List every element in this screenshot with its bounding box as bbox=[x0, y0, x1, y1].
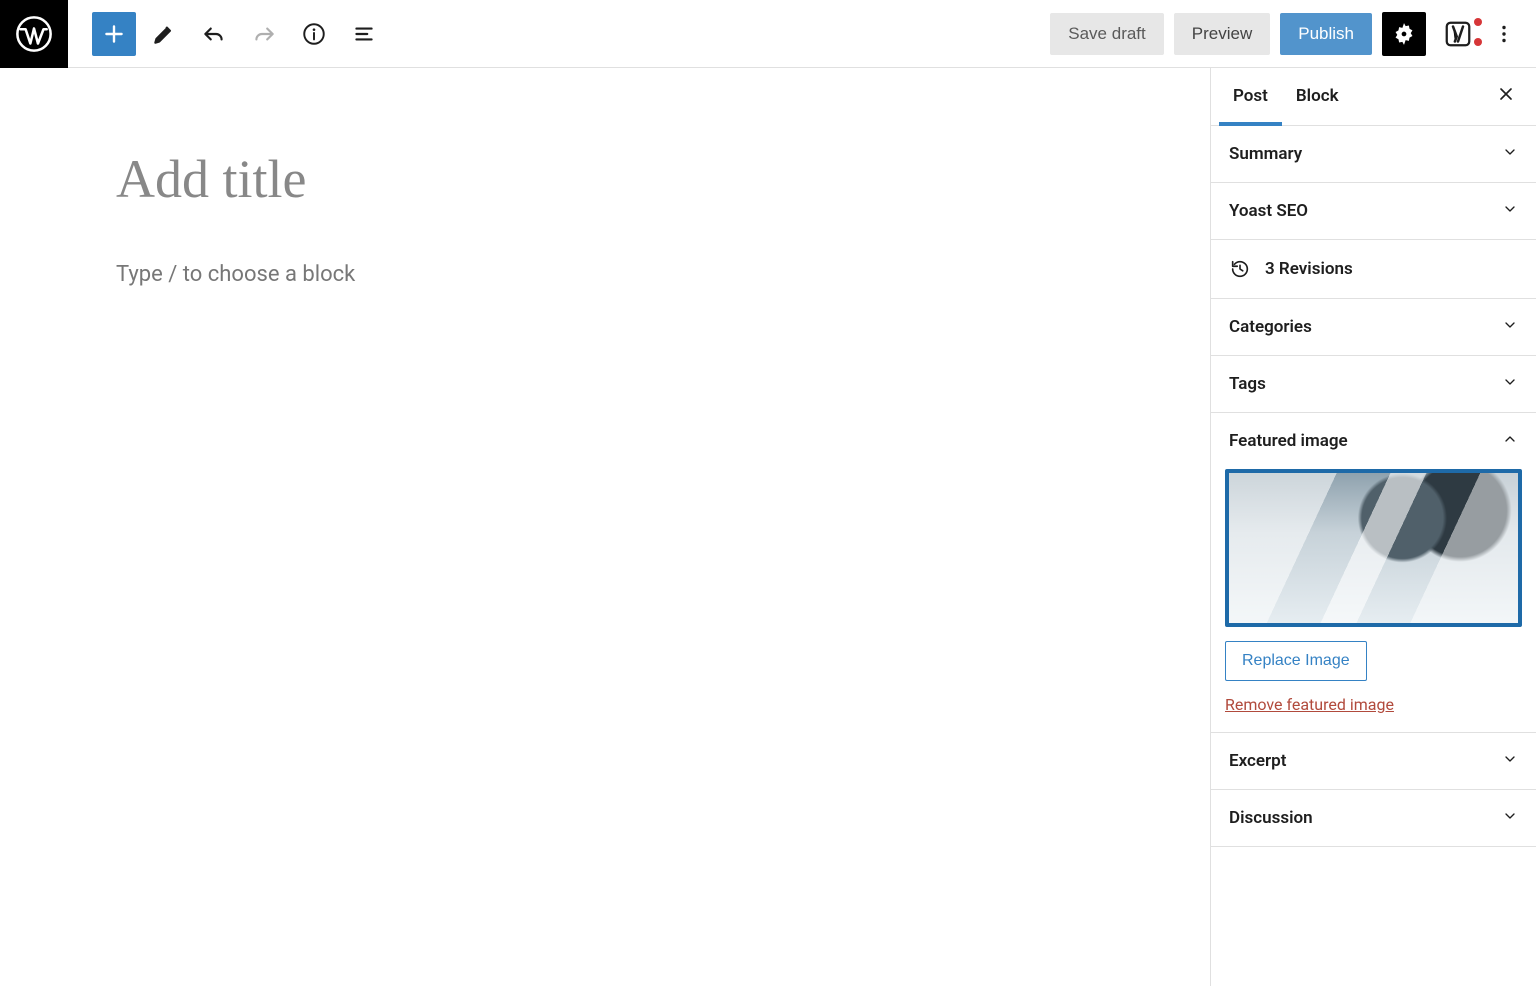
info-icon bbox=[301, 21, 327, 47]
panel-label: Discussion bbox=[1229, 808, 1313, 828]
post-title-input[interactable] bbox=[116, 148, 991, 210]
panel-excerpt-header[interactable]: Excerpt bbox=[1211, 733, 1536, 789]
chevron-down-icon bbox=[1502, 144, 1518, 164]
more-icon bbox=[1492, 22, 1516, 46]
chevron-down-icon bbox=[1502, 201, 1518, 221]
toolbar-right: Save draft Preview Publish bbox=[1050, 12, 1536, 56]
yoast-button[interactable] bbox=[1436, 12, 1480, 56]
details-button[interactable] bbox=[292, 12, 336, 56]
replace-image-button[interactable]: Replace Image bbox=[1225, 641, 1367, 681]
panel-excerpt: Excerpt bbox=[1211, 733, 1536, 790]
chevron-down-icon bbox=[1502, 808, 1518, 828]
chevron-down-icon bbox=[1502, 751, 1518, 771]
panel-summary-header[interactable]: Summary bbox=[1211, 126, 1536, 182]
panel-label: Summary bbox=[1229, 144, 1302, 164]
more-options-button[interactable] bbox=[1490, 12, 1518, 56]
editor-canvas: Type / to choose a block bbox=[0, 68, 1210, 986]
panel-label: Categories bbox=[1229, 317, 1312, 337]
content-area: Type / to choose a block Post Block Summ… bbox=[0, 68, 1536, 986]
tab-post[interactable]: Post bbox=[1219, 68, 1282, 126]
chevron-down-icon bbox=[1502, 317, 1518, 337]
panel-label: Tags bbox=[1229, 374, 1266, 394]
close-icon bbox=[1496, 84, 1516, 104]
yoast-indicator-dot bbox=[1474, 18, 1482, 26]
settings-sidebar: Post Block Summary Yoast SEO 3 Revisions bbox=[1210, 68, 1536, 986]
sidebar-tabs: Post Block bbox=[1211, 68, 1536, 126]
panel-label: Yoast SEO bbox=[1229, 201, 1308, 221]
undo-button[interactable] bbox=[192, 12, 236, 56]
panel-summary: Summary bbox=[1211, 126, 1536, 183]
wordpress-icon bbox=[15, 15, 53, 53]
list-view-button[interactable] bbox=[342, 12, 386, 56]
panel-featured-image: Featured image Replace Image Remove feat… bbox=[1211, 413, 1536, 733]
history-icon bbox=[1229, 258, 1251, 280]
panel-categories: Categories bbox=[1211, 299, 1536, 356]
panel-tags: Tags bbox=[1211, 356, 1536, 413]
featured-image-thumbnail[interactable] bbox=[1225, 469, 1522, 627]
remove-featured-image-link[interactable]: Remove featured image bbox=[1225, 695, 1522, 714]
panel-label: Featured image bbox=[1229, 431, 1348, 451]
block-placeholder[interactable]: Type / to choose a block bbox=[116, 262, 1210, 287]
close-sidebar-button[interactable] bbox=[1484, 76, 1528, 118]
panel-label: Excerpt bbox=[1229, 751, 1286, 771]
gear-icon bbox=[1391, 21, 1417, 47]
panel-yoast: Yoast SEO bbox=[1211, 183, 1536, 240]
chevron-up-icon bbox=[1502, 431, 1518, 451]
panel-discussion: Discussion bbox=[1211, 790, 1536, 847]
revisions-label: 3 Revisions bbox=[1265, 259, 1353, 279]
pencil-icon bbox=[151, 21, 177, 47]
settings-button[interactable] bbox=[1382, 12, 1426, 56]
wordpress-logo[interactable] bbox=[0, 0, 68, 68]
toolbar-left bbox=[68, 12, 386, 56]
top-toolbar: Save draft Preview Publish bbox=[0, 0, 1536, 68]
panel-yoast-header[interactable]: Yoast SEO bbox=[1211, 183, 1536, 239]
redo-icon bbox=[251, 21, 277, 47]
preview-button[interactable]: Preview bbox=[1174, 13, 1270, 55]
featured-image-body: Replace Image Remove featured image bbox=[1211, 469, 1536, 732]
panel-categories-header[interactable]: Categories bbox=[1211, 299, 1536, 355]
plus-icon bbox=[101, 21, 127, 47]
panel-featured-header[interactable]: Featured image bbox=[1211, 413, 1536, 469]
yoast-indicator-dot bbox=[1474, 38, 1482, 46]
tab-block[interactable]: Block bbox=[1282, 68, 1353, 126]
panel-discussion-header[interactable]: Discussion bbox=[1211, 790, 1536, 846]
panel-tags-header[interactable]: Tags bbox=[1211, 356, 1536, 412]
add-block-button[interactable] bbox=[92, 12, 136, 56]
undo-icon bbox=[201, 21, 227, 47]
save-draft-button[interactable]: Save draft bbox=[1050, 13, 1164, 55]
redo-button[interactable] bbox=[242, 12, 286, 56]
yoast-icon bbox=[1443, 19, 1473, 49]
revisions-link[interactable]: 3 Revisions bbox=[1211, 240, 1536, 299]
publish-button[interactable]: Publish bbox=[1280, 13, 1372, 55]
chevron-down-icon bbox=[1502, 374, 1518, 394]
list-view-icon bbox=[351, 21, 377, 47]
edit-tool-button[interactable] bbox=[142, 12, 186, 56]
